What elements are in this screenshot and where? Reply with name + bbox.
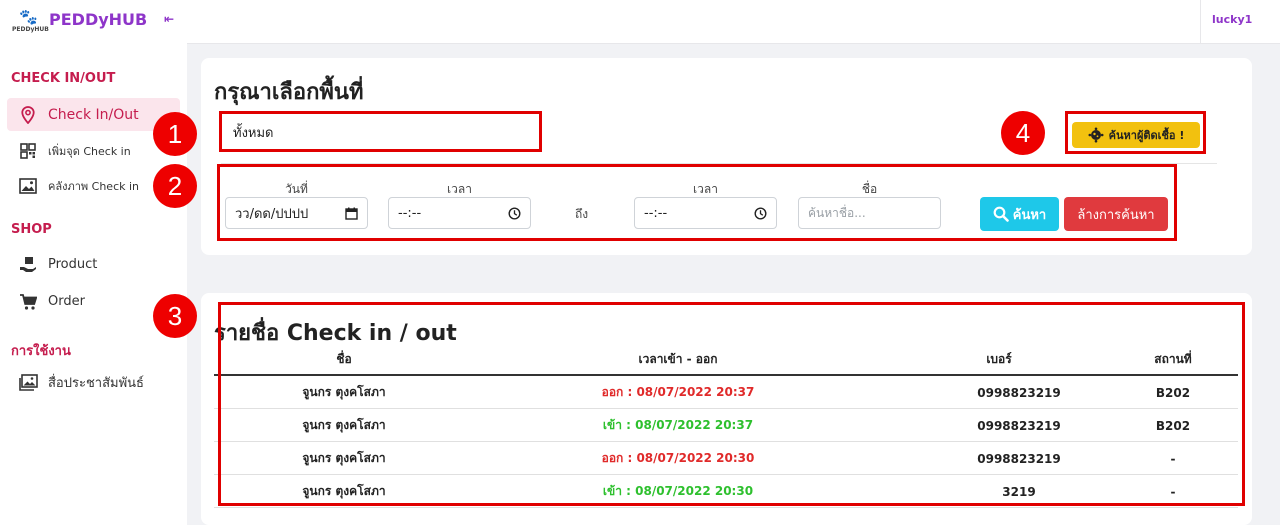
- annotation-box-2: [217, 164, 1177, 241]
- collapse-sidebar-icon[interactable]: ⇤: [164, 12, 174, 26]
- annotation-badge-2: 2: [153, 164, 197, 208]
- sidebar-item-product[interactable]: Product: [7, 248, 180, 281]
- annotation-box-4: [1065, 111, 1206, 154]
- brand-name: PEDDyHUB: [49, 10, 148, 29]
- sidebar-item-label: Order: [48, 294, 85, 309]
- sidebar-item-label: คลังภาพ Check in: [48, 179, 140, 193]
- section-title-checkin: CHECK IN/OUT: [11, 71, 116, 86]
- sidebar: 🐾 PEDDyHUB PEDDyHUB ⇤ CHECK IN/OUT Check…: [0, 0, 187, 525]
- sidebar-item-media[interactable]: สื่อประชาสัมพันธ์: [7, 366, 180, 399]
- section-title-shop: SHOP: [11, 222, 52, 237]
- brand-logo-text: PEDDyHUB: [12, 26, 49, 33]
- section-title-usage: การใช้งาน: [11, 344, 71, 359]
- topbar-divider: [1200, 0, 1201, 44]
- topbar: lucky1: [187, 0, 1280, 44]
- sidebar-item-label: Check In/Out: [48, 106, 139, 123]
- images-icon: [18, 373, 38, 393]
- annotation-badge-4: 4: [1001, 111, 1045, 155]
- sidebar-item-label: เพิ่มจุด Check in: [48, 144, 131, 158]
- cart-icon: [18, 292, 38, 312]
- paw-icon: 🐾: [19, 8, 38, 26]
- brand-logo: 🐾 PEDDyHUB: [12, 8, 49, 35]
- area-title: กรุณาเลือกพื้นที่: [214, 80, 364, 105]
- hand-box-icon: [18, 255, 38, 275]
- annotation-box-1: [219, 111, 542, 152]
- annotation-box-3: [218, 302, 1245, 506]
- qr-code-icon: [18, 141, 38, 161]
- annotation-badge-1: 1: [153, 112, 197, 156]
- user-menu[interactable]: lucky1: [1212, 13, 1252, 26]
- sidebar-item-label: Product: [48, 257, 98, 272]
- annotation-badge-3: 3: [153, 294, 197, 338]
- brand[interactable]: 🐾 PEDDyHUB PEDDyHUB ⇤: [0, 0, 187, 44]
- location-pin-icon: [18, 105, 38, 125]
- sidebar-item-label: สื่อประชาสัมพันธ์: [48, 376, 144, 391]
- image-icon: [18, 176, 38, 196]
